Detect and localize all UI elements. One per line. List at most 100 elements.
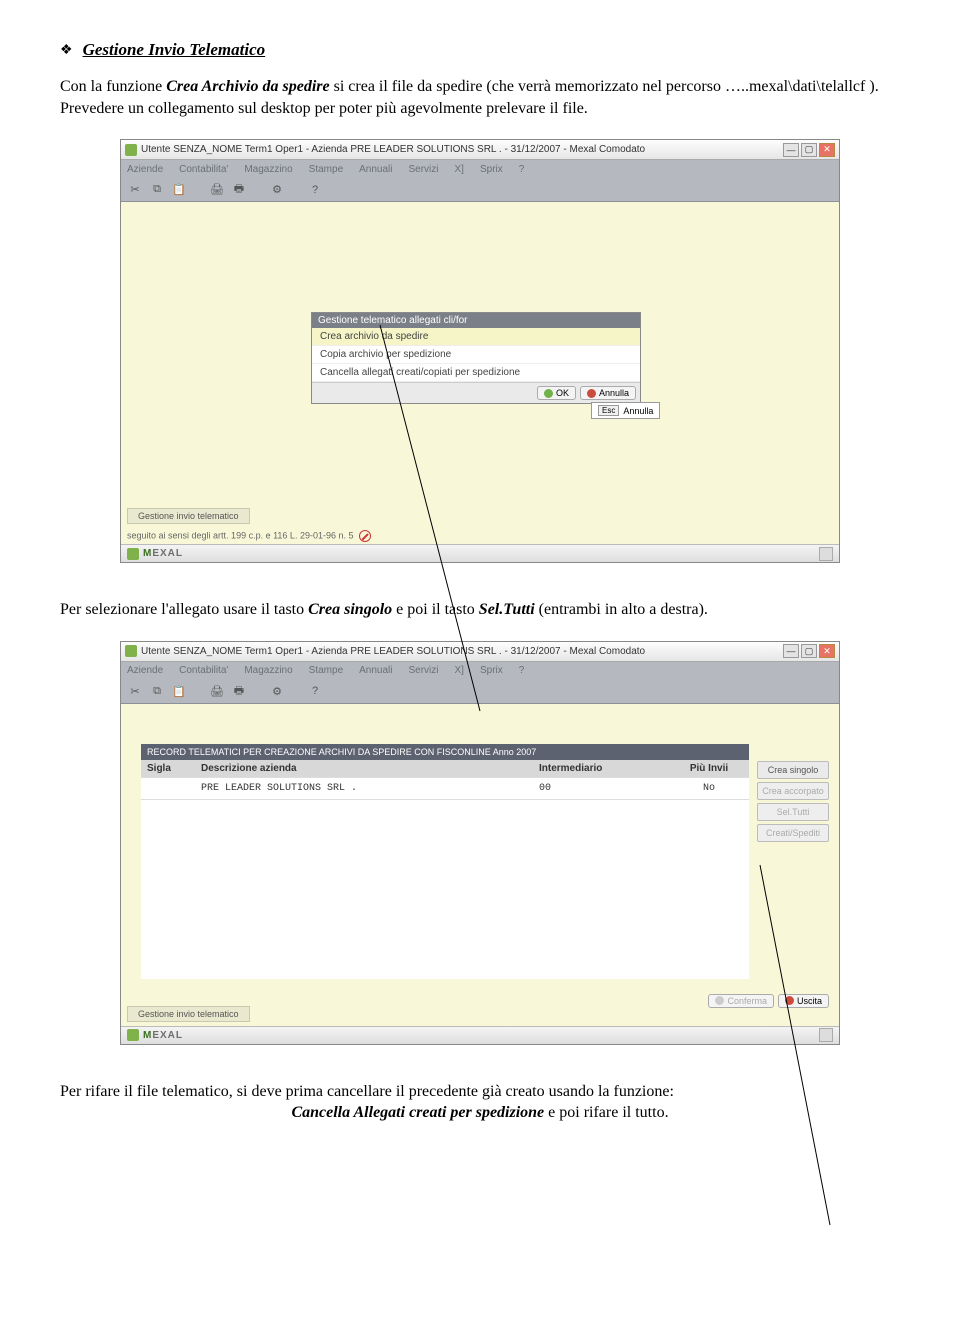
brand-logo-icon: [127, 1029, 139, 1041]
footnote-text: seguito ai sensi degli artt. 199 c.p. e …: [127, 530, 371, 542]
maximize-button[interactable]: ▢: [801, 644, 817, 658]
mid-paragraph: Per selezionare l'allegato usare il tast…: [60, 599, 900, 621]
col-sigla: Sigla: [141, 763, 201, 774]
intro-paragraph: Con la funzione Crea Archivio da spedire…: [60, 76, 900, 119]
menu-item[interactable]: Contabilita': [179, 164, 228, 175]
side-buttons: Crea singolo Crea accorpato Sel.Tutti Cr…: [757, 761, 829, 842]
hint-label: Annulla: [623, 406, 653, 416]
cut-icon[interactable]: ✂: [127, 182, 143, 198]
menu-item[interactable]: Sprix: [480, 164, 503, 175]
copy-icon[interactable]: ⧉: [149, 683, 165, 699]
brand-bar: MMEXALEXAL: [121, 544, 839, 562]
print2-icon[interactable]: 🖶: [231, 683, 247, 699]
cell-piu: No: [669, 783, 749, 794]
bullet-diamond-icon: ❖: [60, 42, 73, 59]
crea-singolo-button[interactable]: Crea singolo: [757, 761, 829, 779]
brand-bar: MEXAL: [121, 1026, 839, 1044]
dialog-title: Gestione telematico allegati cli/for: [312, 313, 640, 328]
menu-item[interactable]: Magazzino: [244, 164, 292, 175]
window-title: Utente SENZA_NOME Term1 Oper1 - Azienda …: [141, 144, 779, 155]
app-window-2: Utente SENZA_NOME Term1 Oper1 - Azienda …: [120, 641, 840, 1045]
brand-text: MEXAL: [143, 1030, 183, 1041]
toolbar: ✂ ⧉ 📋 🖨 🖶 ⚙ ?: [121, 680, 839, 704]
titlebar: Utente SENZA_NOME Term1 Oper1 - Azienda …: [121, 642, 839, 662]
cell-desc: PRE LEADER SOLUTIONS SRL .: [201, 783, 539, 794]
menubar: Aziende Contabilita' Magazzino Stampe An…: [121, 160, 839, 178]
help-icon[interactable]: ?: [307, 182, 323, 198]
cell-inter: 00: [539, 783, 669, 794]
esc-hint: Esc Annulla: [591, 402, 660, 419]
status-tag: Gestione invio telematico: [127, 508, 250, 524]
tool-icon[interactable]: ⚙: [269, 683, 285, 699]
menu-item[interactable]: ?: [519, 164, 525, 175]
menu-item[interactable]: Annuali: [359, 164, 392, 175]
section-heading: Gestione Invio Telematico: [83, 40, 266, 60]
menu-item[interactable]: Contabilita': [179, 665, 228, 676]
dialog-option-copia-archivio[interactable]: Copia archivio per spedizione: [312, 346, 640, 364]
cut-icon[interactable]: ✂: [127, 683, 143, 699]
menu-item[interactable]: ?: [519, 665, 525, 676]
brand-text: MMEXALEXAL: [143, 548, 183, 559]
ok-button[interactable]: OK: [537, 386, 576, 400]
menu-item[interactable]: Aziende: [127, 665, 163, 676]
exit-icon: [785, 996, 794, 1005]
forbidden-icon: [359, 530, 371, 542]
copy-icon[interactable]: ⧉: [149, 182, 165, 198]
menu-item[interactable]: Sprix: [480, 665, 503, 676]
print-icon[interactable]: 🖨: [209, 182, 225, 198]
conferma-button[interactable]: Conferma: [708, 994, 774, 1008]
col-descrizione: Descrizione azienda: [201, 763, 539, 774]
menu-item[interactable]: X]: [455, 164, 464, 175]
minimize-button[interactable]: —: [783, 644, 799, 658]
menu-item[interactable]: Magazzino: [244, 665, 292, 676]
cancel-icon: [587, 389, 596, 398]
menu-item[interactable]: Servizi: [409, 164, 439, 175]
paste-icon[interactable]: 📋: [171, 683, 187, 699]
table-row[interactable]: PRE LEADER SOLUTIONS SRL . 00 No: [141, 777, 749, 799]
tool-icon[interactable]: ⚙: [269, 182, 285, 198]
col-intermediario: Intermediario: [539, 763, 669, 774]
crea-accorpato-button[interactable]: Crea accorpato: [757, 782, 829, 800]
sel-tutti-button[interactable]: Sel.Tutti: [757, 803, 829, 821]
dialog-gestione-telematico: Gestione telematico allegati cli/for Cre…: [311, 312, 641, 404]
menu-item[interactable]: X]: [455, 665, 464, 676]
dialog-option-crea-archivio[interactable]: Crea archivio da spedire: [312, 328, 640, 346]
grid-header: Sigla Descrizione azienda Intermediario …: [141, 760, 749, 777]
window-title: Utente SENZA_NOME Term1 Oper1 - Azienda …: [141, 646, 779, 657]
dialog-option-cancella-allegati[interactable]: Cancella allegati creati/copiati per spe…: [312, 364, 640, 382]
menu-item[interactable]: Aziende: [127, 164, 163, 175]
help-icon[interactable]: ?: [307, 683, 323, 699]
paste-icon[interactable]: 📋: [171, 182, 187, 198]
app-body: RECORD TELEMATICI PER CREAZIONE ARCHIVI …: [121, 704, 839, 1044]
app-icon: [125, 144, 137, 156]
titlebar: Utente SENZA_NOME Term1 Oper1 - Azienda …: [121, 140, 839, 160]
menu-item[interactable]: Servizi: [409, 665, 439, 676]
status-tag: Gestione invio telematico: [127, 1006, 250, 1022]
minimize-button[interactable]: —: [783, 143, 799, 157]
cancel-button[interactable]: Annulla: [580, 386, 636, 400]
brand-right-icon: [819, 547, 833, 561]
cell-sigla: [141, 783, 201, 794]
brand-logo-icon: [127, 548, 139, 560]
col-piu-invii: Più Invii: [669, 763, 749, 774]
print-icon[interactable]: 🖨: [209, 683, 225, 699]
close-button[interactable]: ✕: [819, 644, 835, 658]
grid-empty-area: [141, 799, 749, 979]
check-icon: [544, 389, 553, 398]
toolbar: ✂ ⧉ 📋 🖨 🖶 ⚙ ?: [121, 178, 839, 202]
menu-item[interactable]: Stampe: [309, 164, 343, 175]
menu-item[interactable]: Annuali: [359, 665, 392, 676]
brand-right-icon: [819, 1028, 833, 1042]
creati-spediti-button[interactable]: Creati/Spediti: [757, 824, 829, 842]
app-icon: [125, 645, 137, 657]
grid-banner: RECORD TELEMATICI PER CREAZIONE ARCHIVI …: [141, 744, 749, 760]
uscita-button[interactable]: Uscita: [778, 994, 829, 1008]
app-window-1: Utente SENZA_NOME Term1 Oper1 - Azienda …: [120, 139, 840, 563]
maximize-button[interactable]: ▢: [801, 143, 817, 157]
final-paragraph: Per rifare il file telematico, si deve p…: [60, 1081, 900, 1124]
menu-item[interactable]: Stampe: [309, 665, 343, 676]
records-grid: RECORD TELEMATICI PER CREAZIONE ARCHIVI …: [141, 744, 749, 979]
kbd-esc: Esc: [598, 405, 619, 416]
print2-icon[interactable]: 🖶: [231, 182, 247, 198]
close-button[interactable]: ✕: [819, 143, 835, 157]
